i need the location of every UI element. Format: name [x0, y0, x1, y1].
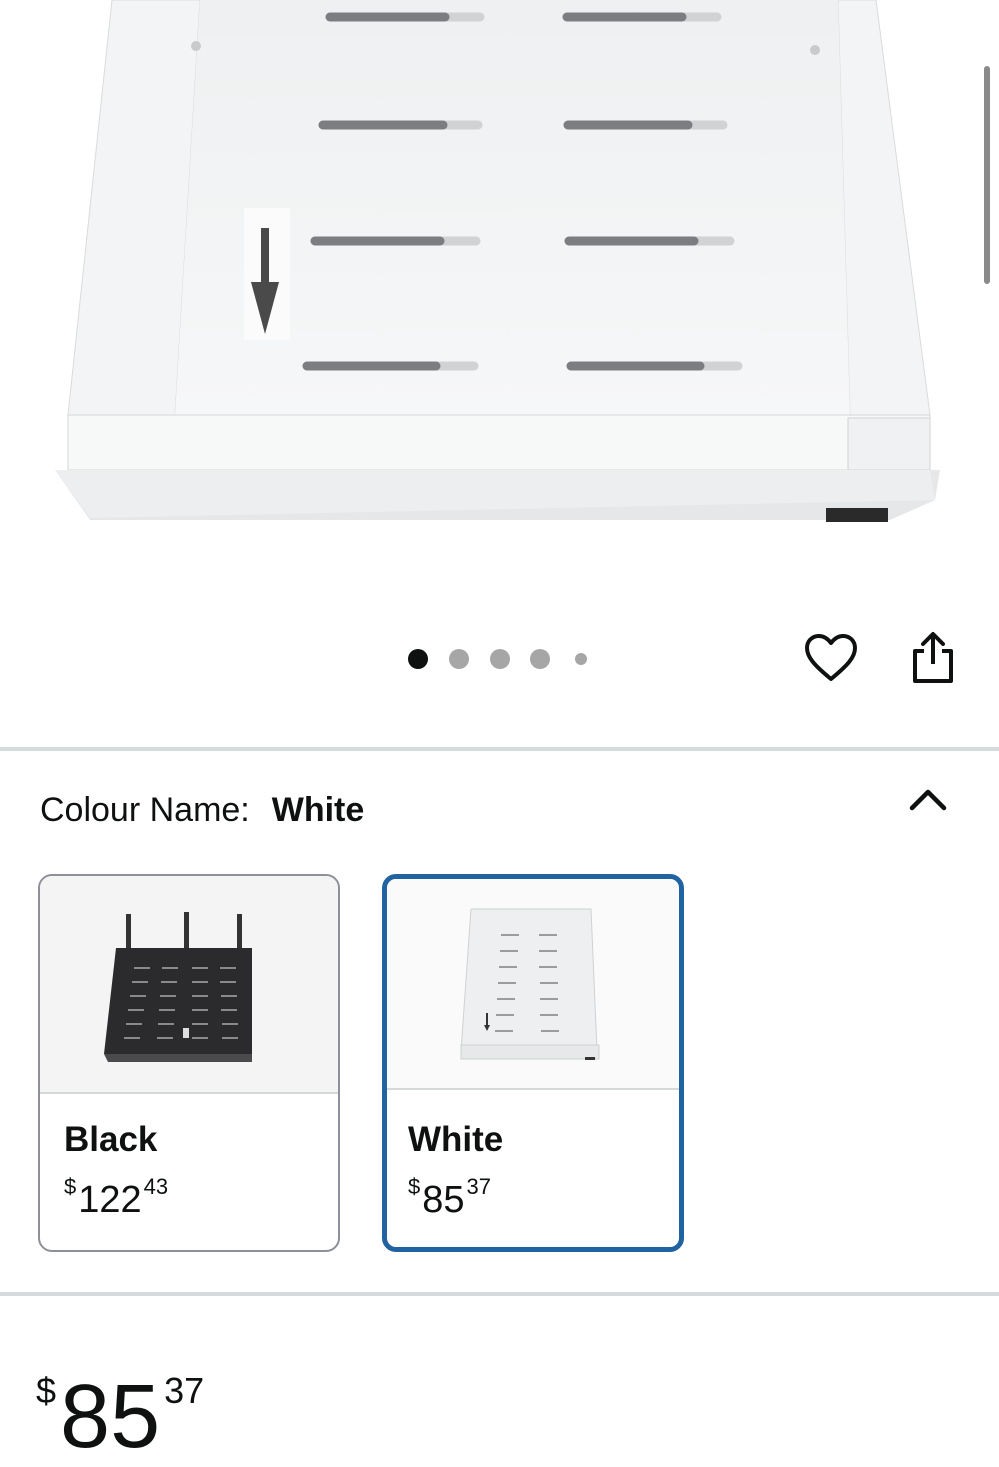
swatch-price-whole: 85: [422, 1179, 465, 1221]
carousel-dots[interactable]: [408, 648, 598, 670]
product-price: $85 37: [36, 1346, 204, 1462]
carousel-dot-2[interactable]: [449, 649, 469, 669]
price-whole: 85: [60, 1367, 161, 1467]
swatch-black[interactable]: Black $12243: [38, 874, 340, 1252]
chevron-up-icon: [906, 789, 950, 822]
swatch-name: White: [408, 1120, 504, 1159]
variation-label: Colour Name:: [40, 791, 250, 829]
share-icon: [910, 629, 956, 690]
price-fraction: 37: [164, 1370, 205, 1411]
share-button[interactable]: [905, 628, 961, 690]
wishlist-button[interactable]: [800, 630, 862, 690]
swatch-thumbnail: [40, 876, 338, 1092]
collapse-button[interactable]: [906, 784, 950, 818]
product-image[interactable]: [0, 0, 999, 620]
variation-header: Colour Name: White: [40, 788, 364, 832]
section-divider: [0, 1292, 999, 1296]
swatch-white[interactable]: White $8537: [382, 874, 684, 1252]
carousel-dot-4[interactable]: [530, 649, 550, 669]
swatch-price-fraction: 37: [466, 1174, 492, 1199]
heart-icon: [804, 633, 858, 688]
section-divider: [0, 747, 999, 751]
swatch-name: Black: [64, 1120, 158, 1159]
carousel-dot-5[interactable]: [575, 653, 587, 665]
swatch-price: $12243: [64, 1174, 168, 1222]
swatch-separator: [40, 1092, 338, 1094]
swatch-price-whole: 122: [78, 1179, 142, 1221]
variation-selected-value: White: [271, 791, 365, 829]
scrollbar[interactable]: [984, 66, 990, 284]
swatch-price-fraction: 43: [143, 1174, 169, 1199]
carousel-dot-1[interactable]: [408, 649, 428, 669]
swatch-price: $8537: [408, 1174, 491, 1222]
swatch-price-currency: $: [64, 1174, 77, 1199]
swatch-price-currency: $: [408, 1174, 421, 1199]
price-currency: $: [36, 1370, 57, 1411]
swatch-separator: [387, 1088, 679, 1090]
carousel-dot-3[interactable]: [490, 649, 510, 669]
swatch-thumbnail: [387, 879, 679, 1088]
